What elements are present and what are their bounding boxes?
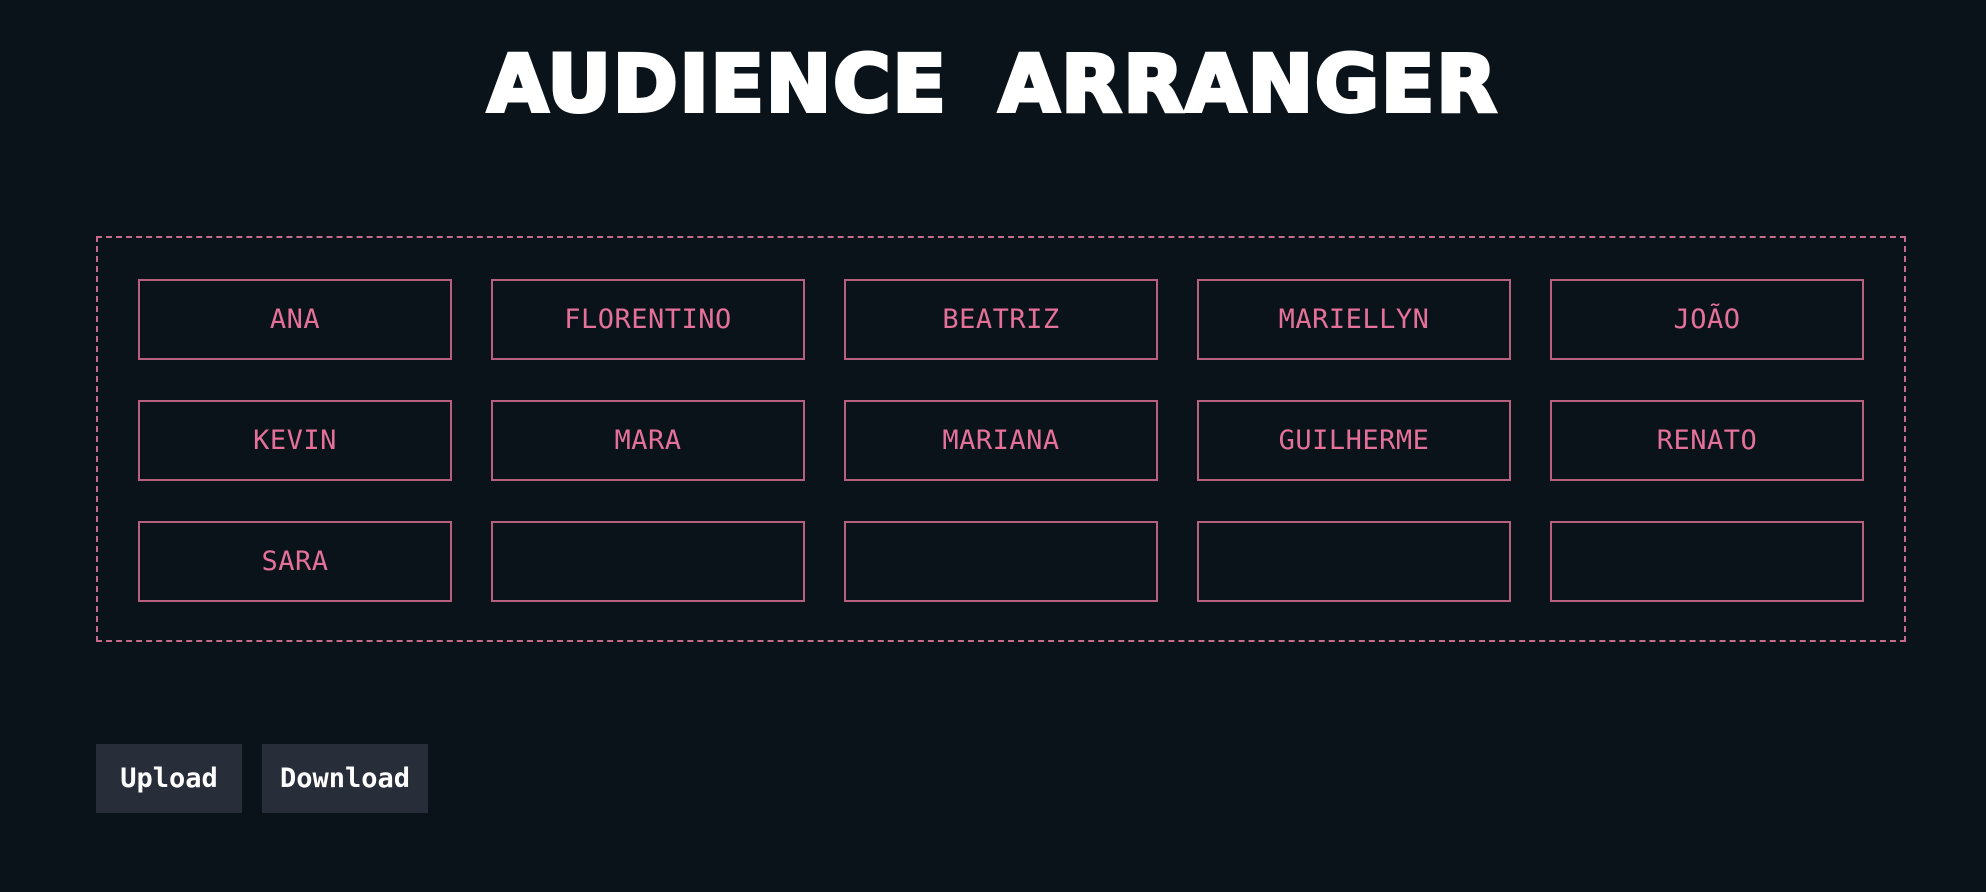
seat-slot[interactable]: MARIELLYN <box>1197 279 1511 360</box>
seat-slot[interactable]: MARA <box>491 400 805 481</box>
seat-slot[interactable]: GUILHERME <box>1197 400 1511 481</box>
seat-slot-empty[interactable] <box>844 521 1158 602</box>
seat-slot[interactable]: ANA <box>138 279 452 360</box>
seat-slot-empty[interactable] <box>1550 521 1864 602</box>
upload-button[interactable]: Upload <box>96 744 242 813</box>
download-button[interactable]: Download <box>262 744 428 813</box>
page-title: AUDIENCE ARRANGER <box>486 38 1499 132</box>
seat-slot[interactable]: FLORENTINO <box>491 279 805 360</box>
seat-slot[interactable]: SARA <box>138 521 452 602</box>
seat-slot[interactable]: MARIANA <box>844 400 1158 481</box>
seat-slot-empty[interactable] <box>1197 521 1511 602</box>
seat-slot[interactable]: KEVIN <box>138 400 452 481</box>
seat-slot-empty[interactable] <box>491 521 805 602</box>
seat-slot[interactable]: BEATRIZ <box>844 279 1158 360</box>
seat-slot[interactable]: JOÃO <box>1550 279 1864 360</box>
seat-slot[interactable]: RENATO <box>1550 400 1864 481</box>
seating-grid: ANA FLORENTINO BEATRIZ MARIELLYN JOÃO KE… <box>96 236 1906 642</box>
